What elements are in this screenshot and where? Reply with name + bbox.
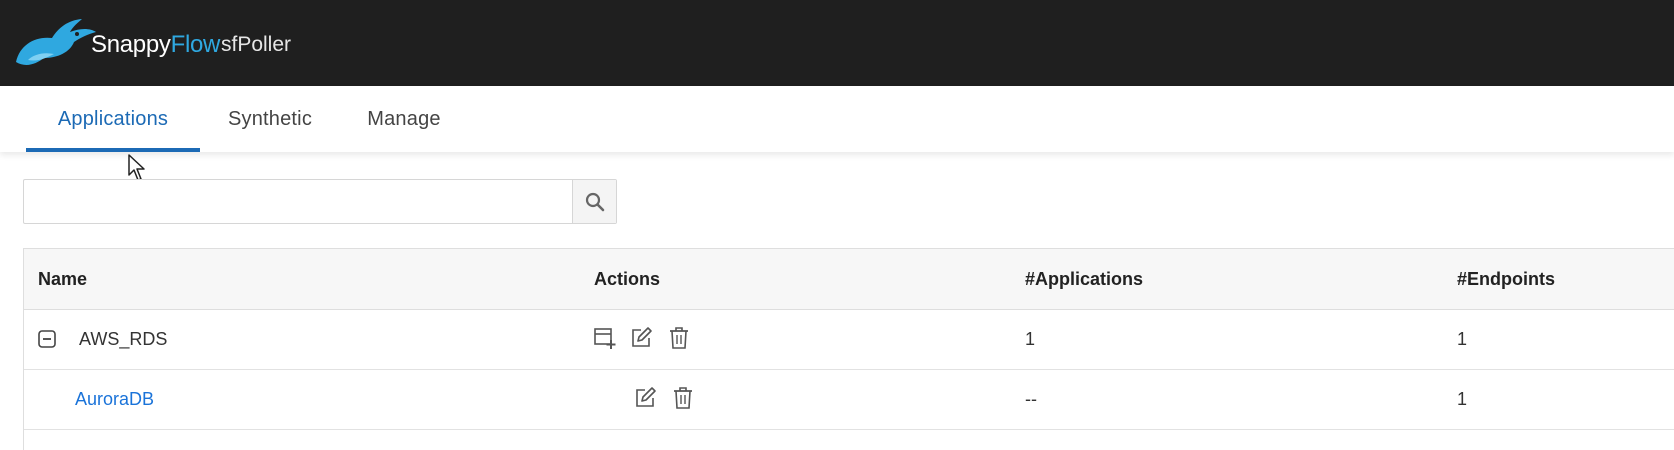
search-button[interactable]: [572, 180, 616, 223]
tab-manage[interactable]: Manage: [356, 86, 452, 152]
row-name-link[interactable]: AuroraDB: [75, 370, 154, 429]
column-header-name[interactable]: Name: [38, 249, 87, 309]
tab-bar: Applications Synthetic Manage: [0, 86, 1674, 152]
rabbit-logo-icon: [16, 19, 96, 65]
delete-icon[interactable]: [667, 326, 691, 350]
applications-table: Name Actions #Applications #Endpoints AW…: [23, 248, 1674, 450]
collapse-icon[interactable]: [38, 330, 56, 348]
row-endpoints-count: 1: [1457, 329, 1468, 349]
edit-icon[interactable]: [629, 326, 653, 350]
brand-name-part1: Snappy: [91, 31, 171, 58]
top-navigation-bar: SnappyFlow sfPoller: [0, 0, 1674, 86]
edit-icon[interactable]: [633, 386, 657, 410]
brand-name-part2: Flow: [170, 31, 221, 58]
row-name: AWS_RDS: [79, 329, 168, 349]
delete-icon[interactable]: [671, 386, 695, 410]
column-header-actions: Actions: [594, 269, 661, 289]
add-endpoint-icon[interactable]: [593, 326, 617, 350]
column-header-applications[interactable]: #Applications: [1025, 249, 1143, 309]
active-tab-indicator: [26, 148, 200, 152]
row-applications-count: 1: [1025, 329, 1036, 349]
table-row: AWS_RDS 1 1: [24, 310, 1674, 370]
row-endpoints-count: 1: [1457, 389, 1468, 409]
table-row: AuroraDB -- 1: [24, 370, 1674, 430]
table-header: Name Actions #Applications #Endpoints: [24, 249, 1674, 310]
search-input[interactable]: [24, 180, 573, 223]
column-header-endpoints[interactable]: #Endpoints: [1457, 249, 1555, 309]
row-applications-count: --: [1025, 389, 1037, 409]
search-box: [23, 179, 617, 224]
tab-applications[interactable]: Applications: [26, 86, 200, 152]
brand-name: SnappyFlow: [91, 31, 220, 59]
product-name: sfPoller: [221, 33, 292, 56]
tab-synthetic[interactable]: Synthetic: [212, 86, 328, 152]
search-icon: [585, 192, 604, 211]
